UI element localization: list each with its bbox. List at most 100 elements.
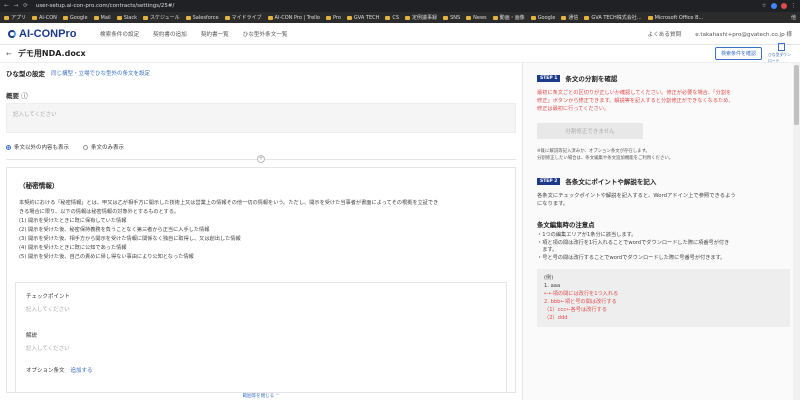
profile-avatar[interactable]: [780, 3, 787, 9]
bookmark-label: スケジュール: [149, 15, 180, 21]
logo-text: AI-CONPro: [19, 27, 77, 40]
folder-icon: [224, 15, 230, 20]
star-icon[interactable]: ☆: [762, 3, 767, 9]
logo[interactable]: AI-CONPro: [8, 28, 100, 40]
bookmark-item[interactable]: CS: [385, 15, 399, 21]
bookmark-item[interactable]: Microsoft Office B...: [647, 14, 704, 21]
checkpoint-input[interactable]: 記入してください: [26, 305, 496, 313]
bookmark-item[interactable]: SNS: [443, 15, 460, 21]
nav-add-contract[interactable]: 契約書の追加: [153, 30, 187, 38]
folder-icon: [346, 15, 352, 20]
bookmark-label: Pro: [332, 14, 341, 21]
radio-clauses-only-label: 条文のみ表示: [91, 145, 125, 151]
clause-line: 本契約における「秘密情報」とは、甲又は乙が相手方に開示した技術上又は営業上の情報…: [19, 200, 439, 206]
template-download-button[interactable]: ひな型ダウンロード: [768, 43, 794, 64]
checkpoint-label: チェックポイント: [26, 294, 71, 300]
bookmarks-bar: アプリ AI-CON Google Mail Slack スケジュール Salesforce…: [0, 12, 800, 23]
step2-title: 各条文にポイントや解説を記入: [565, 178, 657, 186]
example-box: (例) 1. aaa ←←項の間には改行を1つ入れる 2. bbb←項と号の間は…: [537, 269, 790, 327]
radio-show-all[interactable]: 条文以外の内容も表示: [6, 143, 69, 151]
clause-editor-panel: ひな型の設定 同じ構型・立場でひな型外の条文を設定 概要 ⓘ 記入してください …: [0, 63, 523, 400]
folder-icon: [267, 15, 273, 20]
bookmark-item[interactable]: 通信: [561, 14, 578, 21]
folder-icon: [443, 15, 449, 20]
bookmark-item[interactable]: Pro: [325, 14, 341, 21]
folder-icon: [385, 15, 391, 20]
bookmark-label: AI-CON: [39, 14, 57, 21]
edit-notes-title: 条文編集時の注意点: [537, 221, 595, 229]
bookmark-item[interactable]: Google: [530, 15, 555, 21]
explain-input[interactable]: 記入してください: [26, 344, 496, 352]
bookmark-label: マイドライブ: [231, 15, 262, 21]
bookmark-item[interactable]: GVA TECH株式会社...: [584, 14, 642, 21]
folder-icon: [561, 15, 567, 20]
edit-notes-list: ・1つの編集エリアが1条分に該当します。 ・項と項の間は改行を1行入れることでw…: [537, 232, 730, 261]
app-header: AI-CONPro 検索条件の設定 契約書の追加 契約書一覧 ひな型外条文一覧 …: [0, 23, 800, 45]
clause-body[interactable]: 本契約における「秘密情報」とは、甲又は乙が相手方に開示した技術上又は営業上の情報…: [19, 199, 503, 262]
back-arrow-icon[interactable]: ←: [4, 3, 9, 9]
bookmark-label: 通信: [568, 15, 579, 21]
clause-notes-box: チェックポイント 記入してください 解説 記入してください オプション条文 追加…: [15, 282, 507, 392]
bookmark-item[interactable]: Google: [62, 15, 88, 21]
folder-icon: [405, 15, 411, 20]
bookmark-item[interactable]: 定例議事録: [405, 14, 437, 21]
radio-clauses-only[interactable]: 条文のみ表示: [83, 143, 124, 151]
help-icon[interactable]: ⓘ: [21, 92, 28, 100]
bookmark-item[interactable]: 動画・画像: [492, 14, 525, 21]
bookmark-item[interactable]: Slack: [116, 15, 137, 21]
bookmark-item[interactable]: スケジュール: [142, 14, 180, 21]
faq-link[interactable]: よくある質問: [648, 30, 682, 38]
bookmark-item[interactable]: News: [466, 15, 487, 21]
summary-label: 概要 ⓘ: [6, 92, 28, 100]
browser-nav: ← → ⟳: [4, 3, 28, 9]
radio-checked-icon: [6, 144, 11, 150]
bookmark-item[interactable]: Salesforce: [185, 14, 219, 21]
step1-warning: 最初に条文ごとの区切りが正しいか確認してください。修正が必要な場合、「分割を 修…: [537, 90, 734, 112]
display-mode-radios: 条文以外の内容も表示 条文のみ表示: [6, 143, 516, 151]
bookmark-item[interactable]: Mail: [93, 14, 111, 21]
explain-label: 解説: [26, 333, 38, 339]
insert-divider: +: [6, 154, 516, 164]
nav-search-settings[interactable]: 検索条件の設定: [100, 30, 139, 38]
split-edit-button[interactable]: 分割修正できません: [537, 123, 643, 139]
bookmark-label: SNS: [450, 14, 461, 21]
bookmark-label: GVA TECH: [353, 14, 380, 21]
folder-icon: [62, 15, 68, 20]
bookmark-item[interactable]: AI-CON Pro | Trello: [267, 15, 320, 21]
radio-unchecked-icon: [83, 144, 89, 150]
collapse-link[interactable]: 範囲等を閉じる ⌃: [0, 393, 522, 399]
template-settings-row: ひな型の設定 同じ構型・立場でひな型外の条文を設定: [6, 66, 516, 80]
bookmark-item[interactable]: マイドライブ: [224, 14, 262, 21]
nav-contract-list[interactable]: 契約書一覧: [201, 30, 229, 38]
step2-header: STEP 2 各条文にポイントや解説を記入: [537, 176, 790, 186]
clause-card: （秘密情報） 本契約における「秘密情報」とは、甲又は乙が相手方に開示した技術上又…: [6, 167, 516, 393]
summary-input[interactable]: 記入してください: [6, 103, 516, 133]
add-icon[interactable]: +: [257, 155, 265, 163]
bookmark-label: Microsoft Office B...: [654, 14, 704, 21]
reload-icon[interactable]: ⟳: [23, 3, 28, 9]
extension-icon[interactable]: [770, 3, 777, 9]
template-settings-label: ひな型の設定: [6, 70, 45, 78]
bookmark-item[interactable]: AI-CON: [32, 15, 57, 21]
bookmark-label: Mail: [100, 14, 111, 21]
bookmark-label: Salesforce: [192, 14, 219, 21]
template-settings-link[interactable]: 同じ構型・立場でひな型外の条文を設定: [51, 69, 150, 77]
clause-title: （秘密情報）: [19, 182, 59, 190]
option-clause-label: オプション条文: [26, 368, 65, 374]
main-area: ひな型の設定 同じ構型・立場でひな型外の条文を設定 概要 ⓘ 記入してください …: [0, 63, 800, 400]
user-menu[interactable]: e.takahashi+pro@gvatech.co.jp 様: [695, 30, 792, 38]
clause-line: (4) 開示を受けたときに既に公知であった情報: [19, 245, 127, 251]
menu-icon[interactable]: ⋮: [791, 3, 797, 9]
other-bookmarks[interactable]: 他: [791, 14, 796, 21]
bookmark-item[interactable]: アプリ: [4, 14, 26, 21]
address-bar[interactable]: user-setup.ai-con-pro.com/contracts/sett…: [36, 3, 762, 9]
step1-title: 条文の分割を確認: [565, 75, 618, 83]
bookmark-item[interactable]: GVA TECH: [346, 14, 380, 21]
back-icon[interactable]: ←: [6, 50, 12, 58]
add-option-link[interactable]: 追加する: [71, 366, 93, 374]
forward-arrow-icon[interactable]: →: [14, 3, 19, 9]
scrollbar-thumb[interactable]: [794, 65, 799, 125]
check-search-button[interactable]: 検索条件を確認: [714, 47, 762, 60]
nav-outside-clauses[interactable]: ひな型外条文一覧: [243, 30, 288, 38]
scrollbar[interactable]: [793, 63, 800, 400]
